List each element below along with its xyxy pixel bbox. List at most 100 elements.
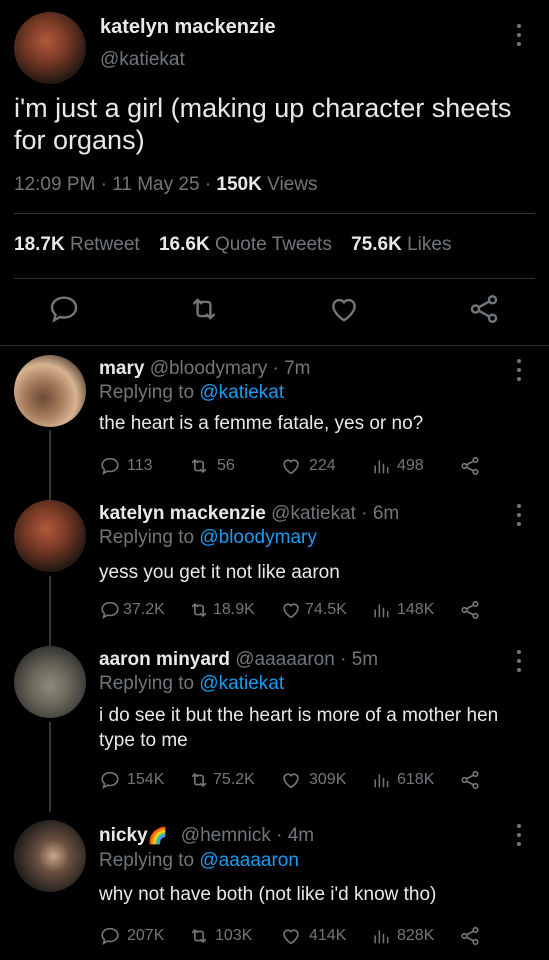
tweet-actions [0,292,549,332]
reply-text: why not have both (not like i'd know tho… [99,884,437,905]
share-button[interactable] [459,455,481,477]
views-button[interactable]: 828K [371,925,434,947]
reply-button[interactable]: 37.2K [99,599,165,621]
more-vertical-icon[interactable] [515,504,523,526]
main-tweet: katelyn mackenzie @katiekat i'm just a g… [0,0,549,345]
speech-bubble-icon [50,296,78,323]
like-button[interactable]: 74.5K [279,599,347,621]
avatar[interactable] [14,646,86,718]
replying-prefix: Replying to [99,673,195,694]
retweet-button[interactable]: 56 [187,455,235,477]
like-button[interactable] [327,292,361,326]
retweets-stat[interactable]: 18.7K Retweet [14,234,140,255]
reply-action-bar: 37.2K 18.9K 74.5K 148K [99,599,499,621]
reply-age: 5m [351,649,379,670]
quotes-stat[interactable]: 16.6K Quote Tweets [159,234,332,255]
retweet-icon [191,459,207,473]
retweet-count: 56 [217,457,235,474]
retweet-icon [192,298,216,320]
retweet-count: 103K [215,927,253,944]
reply-author-name[interactable]: katelyn mackenzie [99,503,266,524]
likes-count: 75.6K [351,234,402,255]
author-handle[interactable]: @katiekat [100,49,185,71]
reply-count: 154K [127,771,165,788]
reply-author-name[interactable]: aaron minyard [99,649,230,670]
like-count: 414K [309,927,347,944]
views-count: 828K [397,927,435,944]
views-button[interactable]: 618K [371,769,434,791]
views-count: 498 [397,457,424,474]
more-vertical-icon[interactable] [515,824,523,846]
views-count: 618K [397,771,435,788]
views-count: 148K [397,601,435,618]
avatar[interactable] [14,500,86,572]
rainbow-emoji: 🌈 [147,828,168,845]
reply-button[interactable] [47,292,81,326]
like-button[interactable]: 309K [279,769,346,791]
reply-button[interactable]: 113 [99,455,153,477]
avatar[interactable] [14,12,86,84]
reply-button[interactable]: 207K [99,925,164,947]
tweet-date: 11 May 25 [112,174,200,195]
like-button[interactable]: 414K [279,925,346,947]
reply-action-bar: 113 56 224 498 [99,455,499,477]
bar-chart-icon [374,774,389,788]
like-button[interactable]: 224 [279,455,336,477]
share-button[interactable] [459,599,481,621]
reply-action-bar: 207K 103K 414K 828K [99,925,499,947]
divider [14,213,535,214]
share-icon [461,456,479,476]
share-button[interactable] [459,769,481,791]
like-count: 224 [309,457,336,474]
retweet-count: 75.2K [213,771,255,788]
speech-bubble-icon [101,601,119,620]
replying-to-link[interactable]: @aaaaaron [199,850,299,871]
bar-chart-icon [374,604,389,618]
meta-separator: · [276,825,283,846]
more-vertical-icon[interactable] [515,24,523,46]
reply-age: 7m [284,358,311,379]
like-count: 74.5K [305,601,347,618]
reply-button[interactable]: 154K [99,769,164,791]
views-button[interactable]: 498 [371,455,424,477]
replying-to-link[interactable]: @katiekat [199,673,284,694]
replying-prefix: Replying to [99,382,195,403]
likes-stat[interactable]: 75.6K Likes [351,234,451,255]
reply-text: the heart is a femme fatale, yes or no? [99,413,424,434]
reply-text: yess you get it not like aaron [99,562,340,583]
more-vertical-icon[interactable] [515,359,523,381]
tweet-text: i'm just a girl (making up character she… [14,93,512,155]
replying-to-link[interactable]: @katiekat [199,382,284,403]
reply-author-handle[interactable]: @aaaaaron [235,649,335,670]
reply-author-name[interactable]: mary [99,358,144,379]
reply-count: 37.2K [123,601,165,618]
share-button[interactable] [467,292,501,326]
reply-text: i do see it but the heart is more of a m… [99,705,499,751]
heart-icon [283,773,299,789]
views-label: Views [267,174,318,195]
tweet-time: 12:09 PM [14,174,96,195]
more-vertical-icon[interactable] [515,650,523,672]
reply-author-handle[interactable]: @katiekat [271,503,356,524]
tweet-meta: 12:09 PM · 11 May 25 · 150K Views [14,174,317,196]
retweet-button[interactable]: 75.2K [187,769,255,791]
author-name[interactable]: katelyn mackenzie [100,16,276,39]
retweet-icon [191,929,207,943]
reply-author-handle[interactable]: @bloodymary [150,358,268,379]
replying-to-link[interactable]: @bloodymary [199,527,317,548]
replying-prefix: Replying to [99,850,195,871]
reply-author-name[interactable]: nicky [99,825,148,846]
retweet-button[interactable]: 103K [187,925,252,947]
avatar[interactable] [14,355,86,427]
share-icon [470,295,498,323]
views-button[interactable]: 148K [371,599,434,621]
heart-icon [283,459,299,475]
retweet-button[interactable] [187,292,221,326]
reply-author-handle[interactable]: @hemnick [181,825,271,846]
share-button[interactable] [459,925,481,947]
retweet-button[interactable]: 18.9K [187,599,255,621]
avatar[interactable] [14,820,86,892]
meta-separator: · [361,503,368,524]
thread-line [49,576,51,646]
speech-bubble-icon [101,457,119,476]
